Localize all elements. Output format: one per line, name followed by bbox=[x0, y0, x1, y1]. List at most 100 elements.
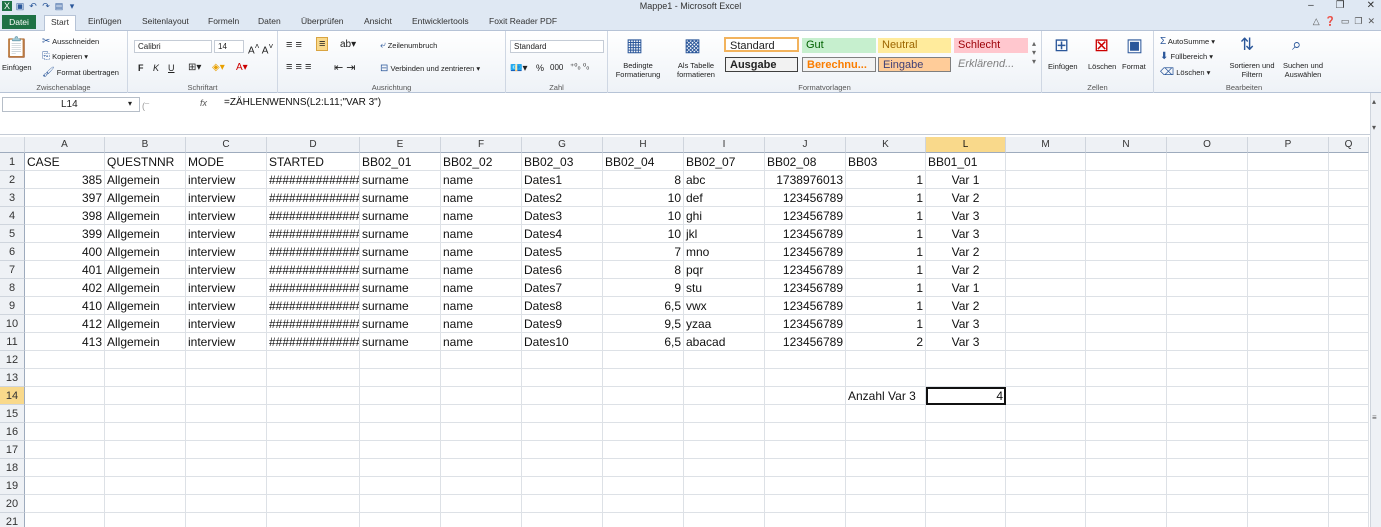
cell-B11[interactable]: Allgemein bbox=[105, 333, 186, 351]
row-header[interactable]: 11 bbox=[0, 333, 25, 351]
cell-D8[interactable]: ############## bbox=[267, 279, 360, 297]
empty-cell[interactable] bbox=[765, 477, 846, 495]
cell-K2[interactable]: 1 bbox=[846, 171, 926, 189]
empty-cell[interactable] bbox=[1167, 315, 1248, 333]
empty-cell[interactable] bbox=[25, 351, 105, 369]
cell-G6[interactable]: Dates5 bbox=[522, 243, 603, 261]
empty-cell[interactable] bbox=[186, 495, 267, 513]
cell-F5[interactable]: name bbox=[441, 225, 522, 243]
column-header[interactable]: L bbox=[926, 137, 1006, 153]
empty-cell[interactable] bbox=[1006, 351, 1086, 369]
cell-A2[interactable]: 385 bbox=[25, 171, 105, 189]
cell-C1[interactable]: MODE bbox=[186, 153, 267, 171]
empty-cell[interactable] bbox=[186, 441, 267, 459]
empty-cell[interactable] bbox=[186, 405, 267, 423]
empty-cell[interactable] bbox=[25, 459, 105, 477]
scroll-up-icon[interactable]: ▴ bbox=[1372, 97, 1376, 106]
cell-I8[interactable]: stu bbox=[684, 279, 765, 297]
cell-F7[interactable]: name bbox=[441, 261, 522, 279]
tab-formeln[interactable]: Formeln bbox=[208, 16, 239, 26]
column-header[interactable]: G bbox=[522, 137, 603, 153]
empty-cell[interactable] bbox=[1086, 333, 1167, 351]
empty-cell[interactable] bbox=[1167, 261, 1248, 279]
empty-cell[interactable] bbox=[360, 459, 441, 477]
cell-K7[interactable]: 1 bbox=[846, 261, 926, 279]
empty-cell[interactable] bbox=[846, 477, 926, 495]
empty-cell[interactable] bbox=[1248, 189, 1329, 207]
empty-cell[interactable] bbox=[522, 351, 603, 369]
empty-cell[interactable] bbox=[186, 423, 267, 441]
cell-L2[interactable]: Var 1 bbox=[926, 171, 1006, 189]
empty-cell[interactable] bbox=[1248, 225, 1329, 243]
empty-cell[interactable] bbox=[1167, 207, 1248, 225]
empty-cell[interactable] bbox=[1329, 153, 1369, 171]
cell-L3[interactable]: Var 2 bbox=[926, 189, 1006, 207]
empty-cell[interactable] bbox=[522, 495, 603, 513]
empty-cell[interactable] bbox=[105, 495, 186, 513]
empty-cell[interactable] bbox=[1248, 477, 1329, 495]
cell-E11[interactable]: surname bbox=[360, 333, 441, 351]
empty-cell[interactable] bbox=[1248, 423, 1329, 441]
cell-F6[interactable]: name bbox=[441, 243, 522, 261]
cell-K14[interactable]: Anzahl Var 3 bbox=[846, 387, 926, 405]
empty-cell[interactable] bbox=[846, 405, 926, 423]
currency-icon[interactable]: 💶▾ bbox=[510, 63, 527, 74]
empty-cell[interactable] bbox=[25, 441, 105, 459]
empty-cell[interactable] bbox=[1006, 513, 1086, 527]
align-top-icon[interactable]: ≡ ≡ bbox=[286, 39, 302, 51]
column-header[interactable]: N bbox=[1086, 137, 1167, 153]
style-standard[interactable]: Standard bbox=[724, 37, 799, 52]
empty-cell[interactable] bbox=[1167, 459, 1248, 477]
empty-cell[interactable] bbox=[522, 441, 603, 459]
styles-scroll-icon[interactable]: ▴ ▾ ▾ bbox=[1032, 39, 1036, 66]
cell-I3[interactable]: def bbox=[684, 189, 765, 207]
empty-cell[interactable] bbox=[1248, 207, 1329, 225]
empty-cell[interactable] bbox=[1086, 207, 1167, 225]
empty-cell[interactable] bbox=[186, 387, 267, 405]
cell-A1[interactable]: CASE bbox=[25, 153, 105, 171]
empty-cell[interactable] bbox=[765, 459, 846, 477]
style-berechnung[interactable]: Berechnu... bbox=[802, 57, 876, 72]
cell-K4[interactable]: 1 bbox=[846, 207, 926, 225]
name-box-dropdown-icon[interactable]: ▾ bbox=[128, 99, 132, 108]
empty-cell[interactable] bbox=[1086, 405, 1167, 423]
empty-cell[interactable] bbox=[360, 351, 441, 369]
column-header[interactable]: B bbox=[105, 137, 186, 153]
align-middle-icon[interactable]: ≡ bbox=[316, 37, 329, 51]
empty-cell[interactable] bbox=[360, 513, 441, 527]
empty-cell[interactable] bbox=[1086, 153, 1167, 171]
cell-B9[interactable]: Allgemein bbox=[105, 297, 186, 315]
cell-B10[interactable]: Allgemein bbox=[105, 315, 186, 333]
cell-K3[interactable]: 1 bbox=[846, 189, 926, 207]
cell-H10[interactable]: 9,5 bbox=[603, 315, 684, 333]
empty-cell[interactable] bbox=[1006, 423, 1086, 441]
empty-cell[interactable] bbox=[846, 495, 926, 513]
cell-G8[interactable]: Dates7 bbox=[522, 279, 603, 297]
empty-cell[interactable] bbox=[603, 495, 684, 513]
cell-J7[interactable]: 123456789 bbox=[765, 261, 846, 279]
empty-cell[interactable] bbox=[1086, 513, 1167, 527]
empty-cell[interactable] bbox=[846, 351, 926, 369]
cell-E1[interactable]: BB02_01 bbox=[360, 153, 441, 171]
cell-I9[interactable]: vwx bbox=[684, 297, 765, 315]
empty-cell[interactable] bbox=[441, 369, 522, 387]
empty-cell[interactable] bbox=[360, 423, 441, 441]
cell-G5[interactable]: Dates4 bbox=[522, 225, 603, 243]
empty-cell[interactable] bbox=[926, 495, 1006, 513]
column-header[interactable]: O bbox=[1167, 137, 1248, 153]
split-icon[interactable]: ≡ bbox=[1372, 413, 1377, 422]
empty-cell[interactable] bbox=[1248, 351, 1329, 369]
empty-cell[interactable] bbox=[1086, 225, 1167, 243]
empty-cell[interactable] bbox=[1006, 477, 1086, 495]
tab-entwicklertools[interactable]: Entwicklertools bbox=[412, 16, 469, 26]
empty-cell[interactable] bbox=[1248, 369, 1329, 387]
cell-C3[interactable]: interview bbox=[186, 189, 267, 207]
empty-cell[interactable] bbox=[522, 459, 603, 477]
empty-cell[interactable] bbox=[1167, 387, 1248, 405]
empty-cell[interactable] bbox=[1329, 423, 1369, 441]
empty-cell[interactable] bbox=[926, 369, 1006, 387]
empty-cell[interactable] bbox=[267, 441, 360, 459]
cell-D11[interactable]: ############## bbox=[267, 333, 360, 351]
cell-L10[interactable]: Var 3 bbox=[926, 315, 1006, 333]
cell-G7[interactable]: Dates6 bbox=[522, 261, 603, 279]
